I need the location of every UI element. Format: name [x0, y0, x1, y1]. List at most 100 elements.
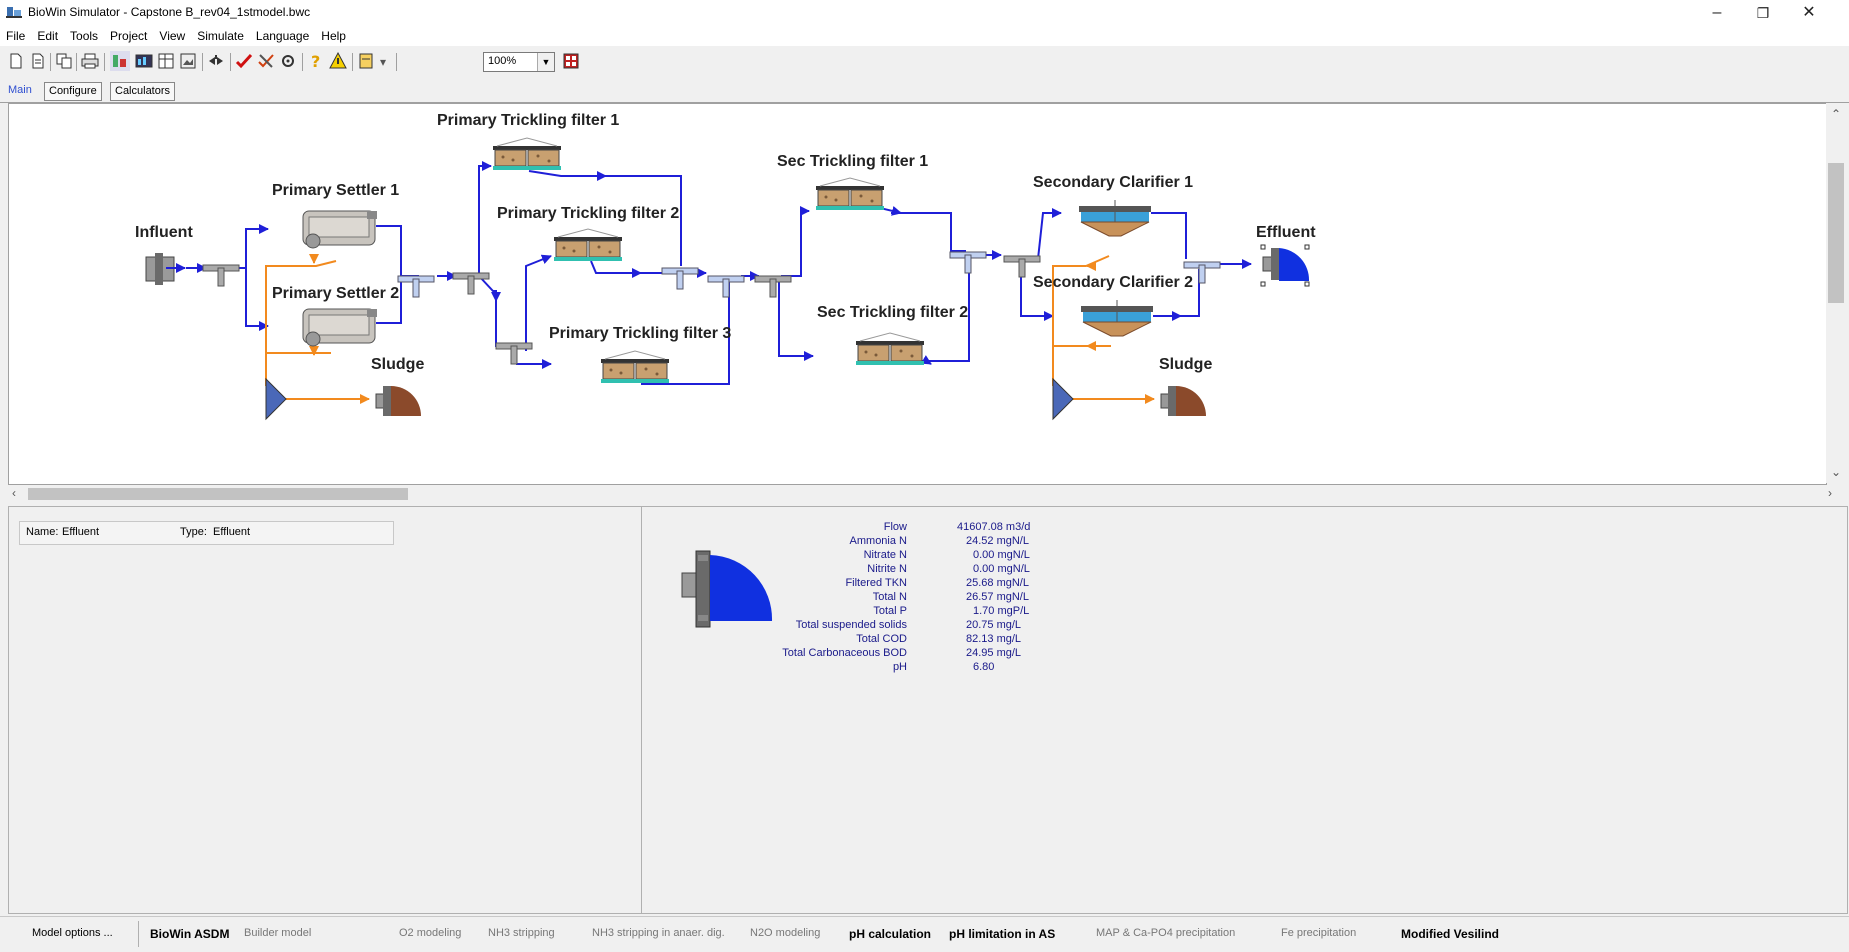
- status-nh3-stripping-anaer: NH3 stripping in anaer. dig.: [592, 927, 725, 939]
- menu-language[interactable]: Language: [250, 26, 315, 43]
- status-o2-modeling: O2 modeling: [399, 927, 462, 939]
- label-sec-trickling-filter-1: Sec Trickling filter 1: [777, 153, 929, 170]
- result-value-total-p: 1.70 mgP/L: [973, 605, 1030, 617]
- horizontal-scroll-thumb[interactable]: [28, 488, 408, 500]
- vertical-scroll-thumb[interactable]: [1828, 163, 1844, 303]
- scroll-right-icon[interactable]: ›: [1828, 486, 1832, 500]
- table-icon[interactable]: [156, 51, 176, 71]
- result-value-nitrite: 0.00 mgN/L: [973, 563, 1030, 575]
- result-label-ammonia: Ammonia N: [849, 535, 907, 547]
- label-primary-trickling-filter-2: Primary Trickling filter 2: [497, 205, 680, 222]
- title-bar: BioWin Simulator - Capstone B_rev04_1stm…: [0, 0, 1849, 26]
- minimize-button[interactable]: –: [1694, 0, 1740, 26]
- label-influent: Influent: [135, 224, 193, 241]
- tab-main[interactable]: Main: [4, 82, 36, 99]
- horizontal-scrollbar[interactable]: ‹ ›: [8, 485, 1846, 503]
- menu-edit[interactable]: Edit: [31, 26, 64, 43]
- status-ph-limitation: pH limitation in AS: [949, 927, 1056, 941]
- chart-icon[interactable]: [134, 51, 154, 71]
- result-value-total-n: 26.57 mgN/L: [966, 591, 1029, 603]
- settings-icon[interactable]: [278, 51, 298, 71]
- print-icon[interactable]: [80, 51, 100, 71]
- valve-icon[interactable]: [206, 51, 226, 71]
- result-value-total-cod: 82.13 mg/L: [966, 633, 1022, 645]
- element-info-panel: Name: Effluent Type: Effluent: [8, 506, 642, 914]
- menu-tools[interactable]: Tools: [64, 26, 104, 43]
- name-value: Effluent: [62, 526, 100, 538]
- tab-configure[interactable]: Configure: [44, 82, 102, 101]
- check-icon[interactable]: [234, 51, 254, 71]
- scroll-left-icon[interactable]: ‹: [12, 486, 16, 500]
- menu-bar: File Edit Tools Project View Simulate Language…: [0, 26, 1849, 46]
- label-sludge-1: Sludge: [371, 356, 425, 373]
- result-label-nitrate: Nitrate N: [863, 549, 907, 561]
- chevron-down-icon[interactable]: ▼: [537, 53, 554, 71]
- status-n2o-modeling: N2O modeling: [750, 927, 821, 939]
- status-ph-calculation: pH calculation: [849, 927, 932, 941]
- menu-project[interactable]: Project: [104, 26, 153, 43]
- menu-help[interactable]: Help: [315, 26, 352, 43]
- zoom-select[interactable]: 100% ▼: [483, 52, 555, 72]
- scroll-up-icon[interactable]: ⌃: [1831, 107, 1841, 121]
- builder-icon[interactable]: [110, 51, 130, 71]
- result-label-tss: Total suspended solids: [795, 619, 907, 631]
- new-file-icon[interactable]: [6, 51, 26, 71]
- result-value-filtered-tkn: 25.68 mgN/L: [966, 577, 1029, 589]
- menu-file[interactable]: File: [0, 26, 31, 43]
- status-biowin-asdm: BioWin ASDM: [150, 927, 230, 941]
- result-value-ph: 6.80: [973, 661, 995, 673]
- result-label-total-cod: Total COD: [856, 633, 907, 645]
- label-primary-trickling-filter-3: Primary Trickling filter 3: [549, 325, 732, 342]
- result-value-ammonia: 24.52 mgN/L: [966, 535, 1029, 547]
- svg-text:?: ?: [311, 52, 320, 71]
- result-value-cbod: 24.95 mg/L: [966, 647, 1022, 659]
- help-icon[interactable]: ?: [306, 51, 326, 71]
- type-label: Type:: [180, 526, 207, 538]
- warning-icon[interactable]: [328, 51, 348, 71]
- result-value-tss: 20.75 mg/L: [966, 619, 1022, 631]
- toolbar: ? ▾: [0, 47, 1849, 77]
- calculator-icon[interactable]: [561, 51, 581, 71]
- status-fe-precipitation: Fe precipitation: [1281, 927, 1357, 939]
- type-value: Effluent: [213, 526, 251, 538]
- model-options-button[interactable]: Model options ...: [32, 927, 113, 939]
- maximize-button[interactable]: ❐: [1740, 0, 1786, 26]
- element-name-box: Name: Effluent Type: Effluent: [19, 521, 394, 545]
- results-panel: Flow 41607.08 m3/d Ammonia N 24.52 mgN/L…: [641, 506, 1848, 914]
- result-label-total-n: Total N: [872, 591, 907, 603]
- tab-bar: Main Configure Calculators: [0, 80, 1849, 103]
- result-label-filtered-tkn: Filtered TKN: [845, 577, 907, 589]
- status-modified-vesilind: Modified Vesilind: [1401, 927, 1500, 941]
- name-label: Name:: [26, 526, 59, 538]
- status-map-precipitation: MAP & Ca-PO4 precipitation: [1096, 927, 1236, 939]
- tab-calculators[interactable]: Calculators: [110, 82, 176, 101]
- flowsheet-canvas[interactable]: Influent Primary Settler 1 Primary Settl…: [8, 103, 1827, 485]
- label-primary-settler-1: Primary Settler 1: [272, 182, 400, 199]
- result-value-nitrate: 0.00 mgN/L: [973, 549, 1030, 561]
- status-builder-model: Builder model: [244, 927, 312, 939]
- dropdown-arrow-icon[interactable]: ▾: [380, 55, 386, 69]
- window-title: BioWin Simulator - Capstone B_rev04_1stm…: [28, 5, 311, 19]
- open-file-icon[interactable]: [28, 51, 48, 71]
- scroll-down-icon[interactable]: ⌄: [1831, 465, 1841, 479]
- menu-view[interactable]: View: [153, 26, 191, 43]
- label-primary-trickling-filter-1: Primary Trickling filter 1: [437, 112, 620, 129]
- vertical-scrollbar[interactable]: ⌃ ⌄: [1826, 103, 1846, 483]
- label-effluent: Effluent: [1256, 224, 1316, 241]
- zoom-value: 100%: [488, 55, 517, 67]
- label-sec-trickling-filter-2: Sec Trickling filter 2: [817, 304, 969, 321]
- close-button[interactable]: ✕: [1786, 0, 1832, 26]
- stop-check-icon[interactable]: [256, 51, 276, 71]
- result-label-flow: Flow: [883, 521, 907, 533]
- copy-icon[interactable]: [54, 51, 74, 71]
- menu-simulate[interactable]: Simulate: [191, 26, 250, 43]
- result-value-flow: 41607.08 m3/d: [957, 521, 1031, 533]
- status-bar: Model options ... BioWin ASDM Builder mo…: [0, 916, 1849, 952]
- status-nh3-stripping: NH3 stripping: [488, 927, 555, 939]
- album-icon[interactable]: [178, 51, 198, 71]
- app-icon: [6, 7, 22, 18]
- result-label-cbod: Total Carbonaceous BOD: [782, 647, 907, 659]
- report-icon[interactable]: [356, 51, 376, 71]
- label-primary-settler-2: Primary Settler 2: [272, 285, 400, 302]
- label-secondary-clarifier-2: Secondary Clarifier 2: [1033, 274, 1194, 291]
